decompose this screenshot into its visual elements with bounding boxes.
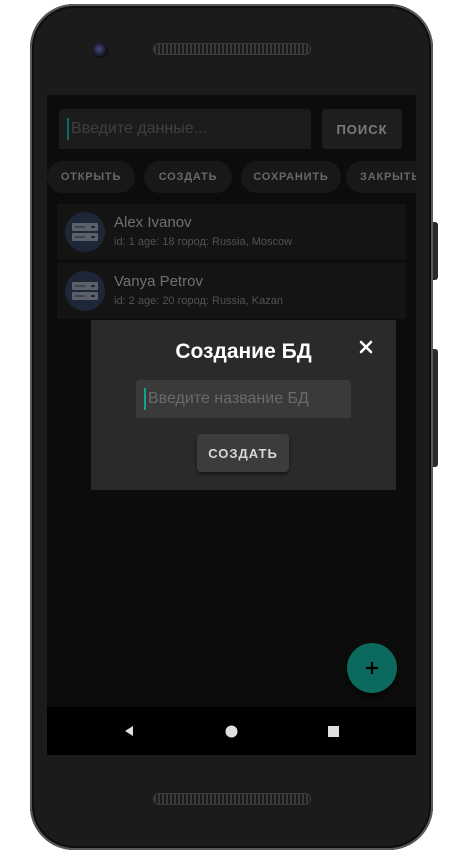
create-button[interactable]: СОЗДАТЬ <box>197 434 289 472</box>
home-icon[interactable] <box>219 707 243 755</box>
front-camera <box>92 42 108 58</box>
volume-buttons <box>433 349 438 467</box>
close-icon[interactable] <box>357 338 375 356</box>
app-screen: Введите данные... ПОИСК ОТКРЫТЬ СОЗДАТЬ … <box>47 95 416 707</box>
bottom-speaker <box>154 794 310 804</box>
dialog-title: Создание БД <box>175 340 312 363</box>
db-name-placeholder: Введите название БД <box>148 390 309 407</box>
recents-icon[interactable] <box>321 707 345 755</box>
phone-frame: Введите данные... ПОИСК ОТКРЫТЬ СОЗДАТЬ … <box>30 4 438 850</box>
add-fab-button[interactable] <box>347 643 397 693</box>
create-db-dialog: Создание БД Введите название БД СОЗДАТЬ <box>91 320 396 490</box>
plus-icon <box>366 662 378 674</box>
system-nav-bar <box>47 707 416 755</box>
back-icon[interactable] <box>117 707 141 755</box>
power-button <box>433 222 438 280</box>
top-speaker <box>154 44 310 54</box>
db-name-input[interactable]: Введите название БД <box>136 380 351 418</box>
text-caret <box>144 388 146 410</box>
